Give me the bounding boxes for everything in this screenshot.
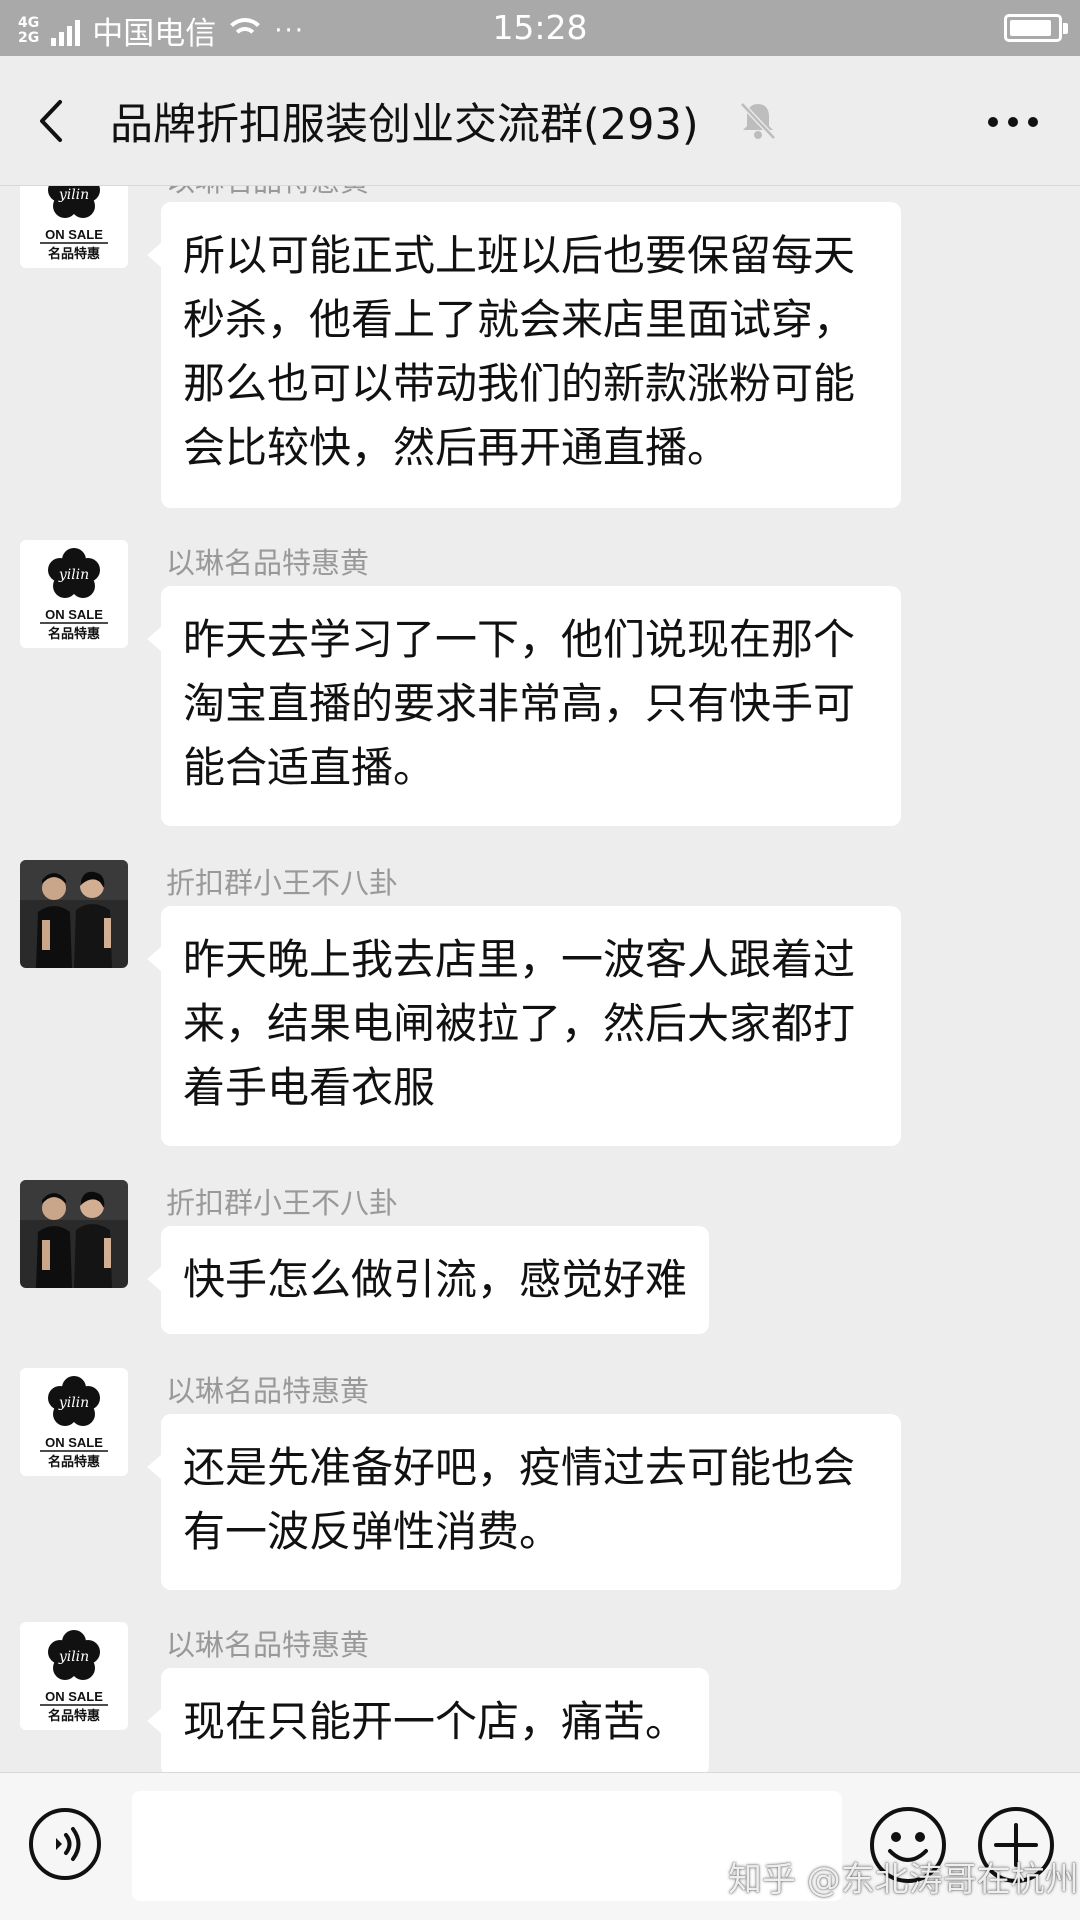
avatar-onsale-text: ON SALE: [45, 227, 103, 242]
message-bubble[interactable]: 昨天晚上我去店里，一波客人跟着过来，结果电闸被拉了，然后大家都打着手电看衣服: [147, 906, 901, 1146]
message-bubble[interactable]: 昨天去学习了一下，他们说现在那个淘宝直播的要求非常高，只有快手可能合适直播。: [147, 586, 901, 826]
avatar-wang[interactable]: [20, 860, 128, 968]
avatar-wang[interactable]: [20, 1180, 128, 1288]
battery-level: [1010, 20, 1051, 36]
svg-text:yilin: yilin: [58, 567, 89, 583]
message-bubble[interactable]: 所以可能正式上班以后也要保留每天秒杀，他看上了就会来店里面试穿，那么也可以带动我…: [147, 202, 901, 508]
battery-icon: [1004, 14, 1068, 42]
sender-name: 折扣群小王不八卦: [166, 866, 399, 900]
voice-icon[interactable]: [28, 1807, 102, 1881]
message-list[interactable]: yilin ON SALE 名品特惠 以琳名品特惠黄 所以可能正式上班以后也要保…: [0, 186, 1080, 1772]
avatar-yilin[interactable]: yilin ON SALE 名品特惠: [20, 540, 128, 648]
sender-name: 以琳名品特惠黄: [166, 186, 369, 200]
bell-muted-icon: [736, 98, 780, 142]
svg-text:名品特惠: 名品特惠: [48, 1708, 100, 1724]
back-arrow-icon[interactable]: [28, 96, 78, 146]
clock: 15:28: [492, 8, 588, 47]
message-bubble[interactable]: 还是先准备好吧，疫情过去可能也会有一波反弹性消费。: [147, 1414, 901, 1590]
watermark: 知乎 @东北涛哥在杭州: [728, 1860, 1079, 1900]
avatar-yilin[interactable]: yilin ON SALE 名品特惠: [20, 1622, 128, 1730]
sender-name: 以琳名品特惠黄: [166, 546, 370, 580]
message-bubble[interactable]: 现在只能开一个店，痛苦。: [146, 1668, 710, 1772]
svg-text:名品特惠: 名品特惠: [48, 626, 100, 642]
svg-text:ON SALE: ON SALE: [45, 607, 103, 622]
avatar-yilin[interactable]: yilin ON SALE 名品特惠: [20, 1368, 128, 1476]
avatar-tagline-text: 名品特惠: [48, 246, 100, 262]
svg-text:ON SALE: ON SALE: [45, 1689, 103, 1704]
status-bar: 4G 2G 中国电信 ··· 15:28: [0, 0, 1080, 56]
svg-text:名品特惠: 名品特惠: [48, 1454, 100, 1470]
svg-text:yilin: yilin: [58, 1649, 89, 1665]
svg-text:yilin: yilin: [58, 1395, 89, 1411]
chat-title[interactable]: 品牌折扣服装创业交流群(293): [110, 90, 699, 152]
chat-screen: 4G 2G 中国电信 ··· 15:28 品牌折扣服装创业交流群(293) yi…: [0, 0, 1080, 1920]
avatar-yilin[interactable]: yilin ON SALE 名品特惠: [20, 186, 128, 268]
sender-name: 折扣群小王不八卦: [166, 1186, 399, 1220]
avatar-brand-text: yilin: [58, 187, 89, 203]
message-bubble[interactable]: 快手怎么做引流，感觉好难: [146, 1226, 710, 1334]
chat-header: 品牌折扣服装创业交流群(293): [0, 56, 1080, 186]
more-dots-icon[interactable]: [986, 112, 1040, 132]
svg-text:ON SALE: ON SALE: [45, 1435, 103, 1450]
sender-name: 以琳名品特惠黄: [166, 1628, 370, 1662]
sender-name: 以琳名品特惠黄: [166, 1374, 370, 1408]
